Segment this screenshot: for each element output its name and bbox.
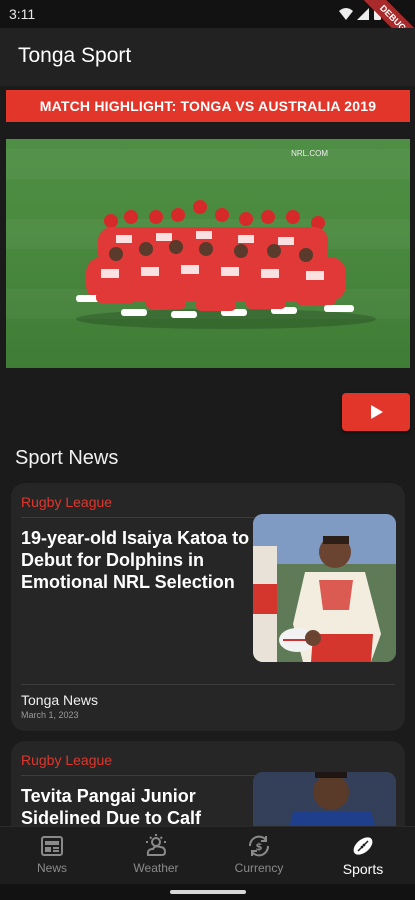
status-bar: 3:11 DEBUG [0, 0, 415, 60]
rugby-ball-icon [353, 837, 373, 855]
news-thumbnail [253, 514, 396, 662]
category-divider [21, 517, 259, 518]
home-indicator[interactable] [170, 890, 246, 894]
player-photo [253, 514, 396, 662]
news-card[interactable]: Rugby League 19-year-old Isaiya Katoa to… [11, 483, 405, 731]
section-title: Sport News [15, 447, 119, 469]
news-source: Tonga News [21, 692, 99, 708]
news-headline: Tevita Pangai Junior Sidelined Due to Ca… [21, 786, 202, 828]
play-button[interactable] [342, 393, 410, 431]
nav-label: Sports [342, 861, 384, 877]
card-divider [21, 684, 395, 685]
svg-text:$: $ [256, 842, 263, 853]
nav-item-currency[interactable]: $ Currency [209, 833, 309, 875]
app-title: Tonga Sport [18, 44, 132, 67]
signal-icon [357, 8, 369, 20]
app-bar: Tonga Sport [0, 28, 415, 86]
match-highlight-banner: MATCH HIGHLIGHT: TONGA VS AUSTRALIA 2019 [6, 90, 410, 122]
wifi-icon [339, 8, 353, 20]
news-category: Rugby League [21, 494, 113, 510]
nav-item-weather[interactable]: Weather [106, 833, 206, 875]
news-category: Rugby League [21, 752, 113, 768]
newspaper-icon [41, 836, 63, 856]
play-icon [371, 405, 383, 419]
currency-icon: $ [248, 835, 270, 857]
news-date: March 1, 2023 [21, 710, 79, 720]
team-huddle-image [76, 200, 376, 329]
weather-icon [146, 834, 167, 856]
nav-item-sports[interactable]: Sports [313, 833, 413, 877]
nav-label: Currency [234, 861, 284, 875]
nav-item-news[interactable]: News [2, 833, 102, 875]
nav-label: News [36, 861, 67, 875]
system-navigation-bar [0, 884, 415, 900]
category-divider [21, 775, 259, 776]
highlight-video-thumbnail[interactable]: NRL.COM [6, 139, 410, 368]
nav-label: Weather [133, 861, 179, 875]
bottom-navigation: News Weather $ Currency Sports [0, 826, 415, 884]
status-time: 3:11 [9, 6, 36, 22]
news-headline: 19-year-old Isaiya Katoa to Debut for Do… [21, 528, 250, 592]
